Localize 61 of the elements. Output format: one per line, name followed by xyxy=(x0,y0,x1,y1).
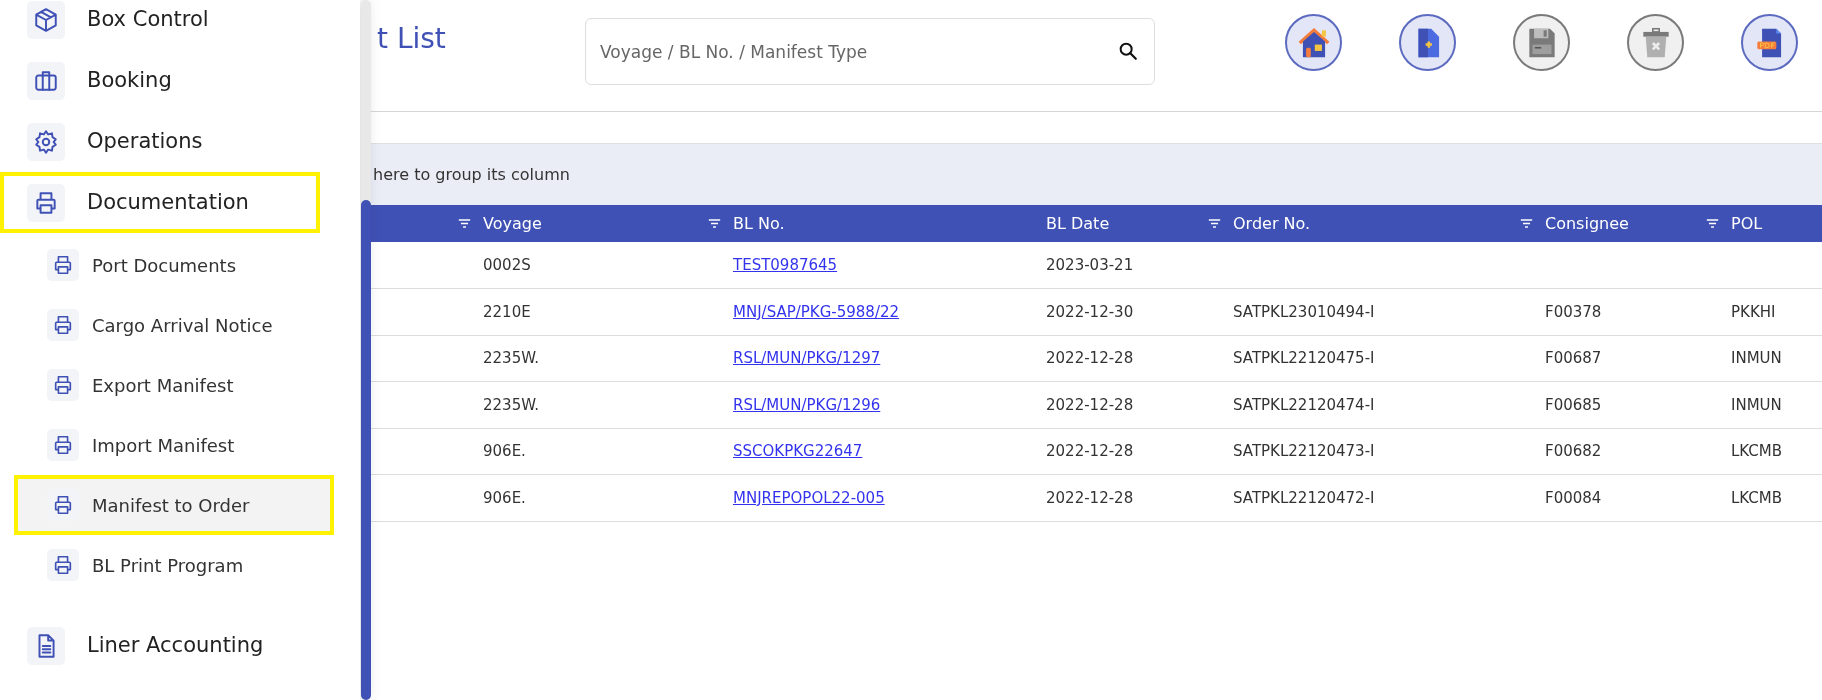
new-button[interactable] xyxy=(1399,14,1456,71)
group-panel-hint: here to group its column xyxy=(373,163,570,186)
bl-number-link[interactable]: SSCOKPKG22647 xyxy=(733,442,863,460)
printer-icon xyxy=(52,374,74,396)
sidebar-subitem[interactable]: Port Documents xyxy=(14,235,334,295)
table-cell: 2022-12-28 xyxy=(1046,395,1134,414)
table-cell: SATPKL22120475-I xyxy=(1233,349,1375,367)
sidebar-subitem[interactable]: Import Manifest xyxy=(14,415,334,475)
table-cell: F00685 xyxy=(1545,395,1602,414)
table-cell: 2022-12-28 xyxy=(1046,488,1134,507)
sidebar-subitem[interactable]: Cargo Arrival Notice xyxy=(14,295,334,355)
sidebar-item[interactable]: Booking xyxy=(0,50,320,111)
printer-icon xyxy=(52,494,74,516)
printer-icon xyxy=(52,314,74,336)
table-cell: INMUN xyxy=(1731,395,1782,414)
scrollbar[interactable] xyxy=(361,0,371,700)
sidebar-item[interactable]: Box Control xyxy=(0,0,320,50)
settings-icon xyxy=(33,128,59,155)
sidebar-subitem[interactable]: BL Print Program xyxy=(14,535,334,595)
printer-icon xyxy=(52,554,74,576)
table-cell: 2235W. xyxy=(483,395,540,414)
bl-number-link[interactable]: MNJ/SAP/PKG-5988/22 xyxy=(733,302,900,321)
home-button[interactable] xyxy=(1285,14,1342,71)
bl-number-link[interactable]: RSL/MUN/PKG/1296 xyxy=(733,395,881,414)
table-cell: 906E. xyxy=(483,442,526,460)
table-cell: 906E. xyxy=(483,488,526,507)
table-cell: F00687 xyxy=(1545,349,1602,367)
bl-number-link[interactable]: TEST0987645 xyxy=(733,255,838,274)
printer-icon xyxy=(52,254,74,276)
printer-icon xyxy=(33,189,59,216)
table-cell: 2022-12-30 xyxy=(1046,302,1134,321)
search-field[interactable]: Voyage / BL No. / Manifest Type xyxy=(585,18,1155,85)
table-cell: LKCMB xyxy=(1731,442,1783,460)
table-cell: PKKHI xyxy=(1731,302,1776,321)
table-cell: 2023-03-21 xyxy=(1046,255,1134,274)
search-icon xyxy=(1117,40,1139,62)
table-cell: SATPKL22120474-I xyxy=(1233,395,1375,414)
table-cell: 0002S xyxy=(483,255,531,274)
table-cell: 2235W. xyxy=(483,349,540,367)
table-cell: F00084 xyxy=(1545,488,1602,507)
table-cell: 2022-12-28 xyxy=(1046,442,1134,460)
sidebar-item[interactable]: Operations xyxy=(0,111,320,172)
sidebar-item[interactable]: Liner Accounting xyxy=(0,615,320,676)
table-cell: F00682 xyxy=(1545,442,1602,460)
table-cell: LKCMB xyxy=(1731,488,1783,507)
table-cell: SATPKL23010494-I xyxy=(1233,302,1375,321)
sidebar-item[interactable]: Documentation xyxy=(0,172,320,233)
table-cell: SATPKL22120473-I xyxy=(1233,442,1375,460)
bl-number-link[interactable]: RSL/MUN/PKG/1297 xyxy=(733,349,881,367)
table-cell: 2210E xyxy=(483,302,531,321)
cube-icon xyxy=(33,6,59,33)
printer-icon xyxy=(52,434,74,456)
sidebar-subitem[interactable]: Manifest to Order xyxy=(14,475,334,535)
pdf-button[interactable] xyxy=(1741,14,1798,71)
table-cell: SATPKL22120472-I xyxy=(1233,488,1375,507)
bl-number-link[interactable]: MNJREPOPOL22-005 xyxy=(733,488,885,507)
table-cell: 2022-12-28 xyxy=(1046,349,1134,367)
table-cell: INMUN xyxy=(1731,349,1782,367)
page-title: t List xyxy=(377,21,446,57)
table-cell: F00378 xyxy=(1545,302,1602,321)
sidebar-subitem[interactable]: Export Manifest xyxy=(14,355,334,415)
